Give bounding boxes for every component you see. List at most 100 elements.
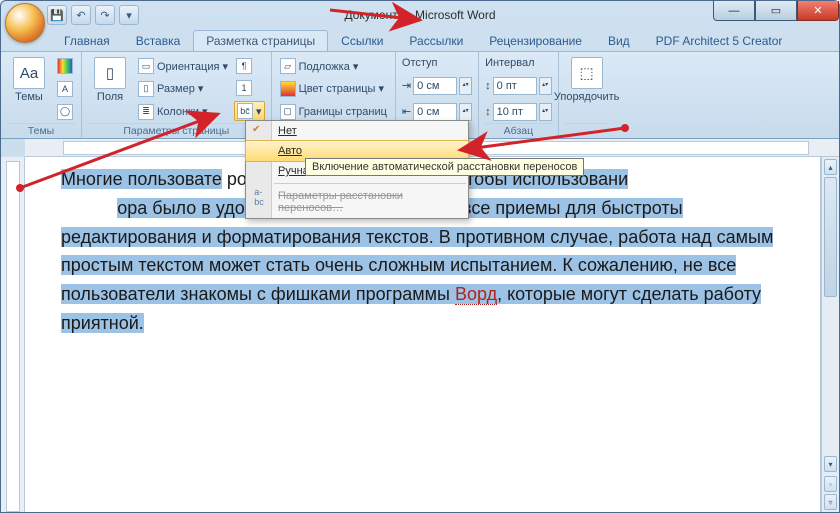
- indent-header: Отступ: [402, 57, 472, 69]
- group-spacing: Интервал ↕0 пт▴▾ ↕10 пт▴▾ Абзац: [479, 52, 559, 138]
- tab-insert[interactable]: Вставка: [123, 30, 194, 51]
- columns-label: Колонки ▾: [157, 105, 208, 118]
- window-controls: — ▭ ✕: [713, 1, 839, 21]
- office-button[interactable]: [5, 3, 45, 43]
- size-label: Размер ▾: [157, 82, 203, 95]
- theme-effects[interactable]: ◯: [55, 103, 75, 121]
- scroll-down-arrow[interactable]: ▾: [824, 456, 837, 472]
- tooltip: Включение автоматической расстановки пер…: [305, 158, 584, 176]
- spacing-before-spinner[interactable]: ▴▾: [539, 77, 552, 95]
- page-color-button[interactable]: Цвет страницы ▾: [278, 80, 389, 98]
- margins-button[interactable]: ▯ Поля: [88, 55, 132, 123]
- watermark-label: Подложка ▾: [299, 60, 359, 73]
- theme-colors[interactable]: [55, 57, 75, 75]
- page-borders-button[interactable]: ▢Границы страниц: [278, 103, 389, 121]
- qat-save[interactable]: 💾: [47, 5, 67, 25]
- tab-page-layout[interactable]: Разметка страницы: [193, 30, 328, 51]
- indent-right-field[interactable]: 0 см: [413, 103, 457, 121]
- breaks-button[interactable]: ¶: [234, 57, 265, 75]
- quick-access-toolbar: 💾 ↶ ↷ ▾: [47, 5, 139, 25]
- prev-page-button[interactable]: ◦: [824, 476, 837, 492]
- maximize-button[interactable]: ▭: [755, 1, 797, 21]
- group-themes: Aa Темы A ◯ Темы: [1, 52, 82, 138]
- orientation-label: Ориентация ▾: [157, 60, 228, 73]
- tab-view[interactable]: Вид: [595, 30, 643, 51]
- hyphenation-icon: bc̄: [237, 103, 253, 119]
- check-icon: ✔: [252, 124, 260, 135]
- next-page-button[interactable]: ▿: [824, 494, 837, 510]
- indent-left-spinner[interactable]: ▴▾: [459, 77, 472, 95]
- vertical-scrollbar[interactable]: ▴ ▾ ◦ ▿: [821, 157, 839, 512]
- text-word-marked: Ворд: [455, 284, 497, 305]
- hyphenation-button[interactable]: bc̄▾: [234, 101, 265, 121]
- margins-label: Поля: [97, 91, 123, 103]
- menu-params-label: Параметры расстановки переносов…: [278, 190, 403, 214]
- page-color-label: Цвет страницы ▾: [299, 82, 384, 95]
- size-icon: ▯: [138, 81, 154, 97]
- spacing-after-spinner[interactable]: ▴▾: [539, 103, 552, 121]
- scroll-up-arrow[interactable]: ▴: [824, 159, 837, 175]
- spacing-after-icon: ↕: [485, 106, 491, 118]
- spacing-before-field[interactable]: 0 пт: [493, 77, 537, 95]
- spacing-header: Интервал: [485, 57, 552, 69]
- hyphenation-dropdown-arrow: ▾: [256, 105, 262, 118]
- arrange-label: Упорядочить: [554, 91, 619, 103]
- page-borders-label: Границы страниц: [299, 106, 387, 118]
- window-title: Документ1 - Microsoft Word: [344, 8, 495, 22]
- qat-undo[interactable]: ↶: [71, 5, 91, 25]
- group-themes-label: Темы: [7, 123, 75, 137]
- tab-review[interactable]: Рецензирование: [476, 30, 595, 51]
- spacing-after[interactable]: ↕10 пт▴▾: [485, 103, 552, 121]
- tab-home[interactable]: Главная: [51, 30, 123, 51]
- breaks-icon: ¶: [236, 58, 252, 74]
- size-button[interactable]: ▯Размер ▾: [136, 80, 230, 98]
- menu-item-params[interactable]: a-bc Параметры расстановки переносов…: [246, 186, 468, 218]
- menu-separator: [274, 183, 466, 184]
- spacing-before-icon: ↕: [485, 80, 491, 92]
- orientation-button[interactable]: ▭Ориентация ▾: [136, 57, 230, 75]
- line-numbers-icon: 1: [236, 80, 252, 96]
- effects-icon: ◯: [57, 104, 73, 120]
- orientation-icon: ▭: [138, 58, 154, 74]
- arrange-icon: ⬚: [571, 57, 603, 89]
- columns-button[interactable]: ≣Колонки ▾: [136, 103, 230, 121]
- group-page-setup: ▯ Поля ▭Ориентация ▾ ▯Размер ▾ ≣Колонки …: [82, 52, 272, 138]
- margins-icon: ▯: [94, 57, 126, 89]
- text-selected[interactable]: Многие пользовате: [61, 169, 222, 189]
- menu-auto-label: Авто: [278, 145, 302, 157]
- spacing-after-field[interactable]: 10 пт: [493, 103, 537, 121]
- indent-left-icon: ⇥: [402, 79, 411, 92]
- columns-icon: ≣: [138, 104, 154, 120]
- indent-right-spinner[interactable]: ▴▾: [459, 103, 472, 121]
- line-numbers-button[interactable]: 1: [234, 79, 265, 97]
- menu-item-none[interactable]: ✔ Нет: [246, 121, 468, 141]
- spacing-before[interactable]: ↕0 пт▴▾: [485, 77, 552, 95]
- indent-left[interactable]: ⇥0 см▴▾: [402, 77, 472, 95]
- scroll-thumb[interactable]: [824, 177, 837, 297]
- group-arrange: ⬚ Упорядочить: [559, 52, 615, 138]
- params-icon: a-bc: [251, 189, 267, 205]
- colors-icon: [57, 58, 73, 74]
- tab-references[interactable]: Ссылки: [328, 30, 396, 51]
- tab-mailings[interactable]: Рассылки: [396, 30, 476, 51]
- close-button[interactable]: ✕: [797, 1, 839, 21]
- indent-left-field[interactable]: 0 см: [413, 77, 457, 95]
- minimize-button[interactable]: —: [713, 1, 755, 21]
- app-window: 💾 ↶ ↷ ▾ Документ1 - Microsoft Word — ▭ ✕…: [0, 0, 840, 513]
- watermark-button[interactable]: ▱Подложка ▾: [278, 57, 389, 75]
- indent-right-icon: ⇤: [402, 105, 411, 118]
- group-arrange-label: [565, 123, 609, 137]
- indent-right[interactable]: ⇤0 см▴▾: [402, 103, 472, 121]
- vertical-ruler[interactable]: [1, 157, 25, 512]
- arrange-button[interactable]: ⬚ Упорядочить: [565, 55, 609, 123]
- page-color-icon: [280, 81, 296, 97]
- themes-button[interactable]: Aa Темы: [7, 55, 51, 123]
- titlebar: 💾 ↶ ↷ ▾ Документ1 - Microsoft Word — ▭ ✕: [1, 1, 839, 29]
- qat-customize[interactable]: ▾: [119, 5, 139, 25]
- qat-redo[interactable]: ↷: [95, 5, 115, 25]
- tab-pdf-architect[interactable]: PDF Architect 5 Creator: [643, 30, 796, 51]
- ribbon-tabs: Главная Вставка Разметка страницы Ссылки…: [1, 29, 839, 51]
- theme-fonts[interactable]: A: [55, 80, 75, 98]
- group-paragraph-label2: Абзац: [485, 123, 552, 137]
- watermark-icon: ▱: [280, 58, 296, 74]
